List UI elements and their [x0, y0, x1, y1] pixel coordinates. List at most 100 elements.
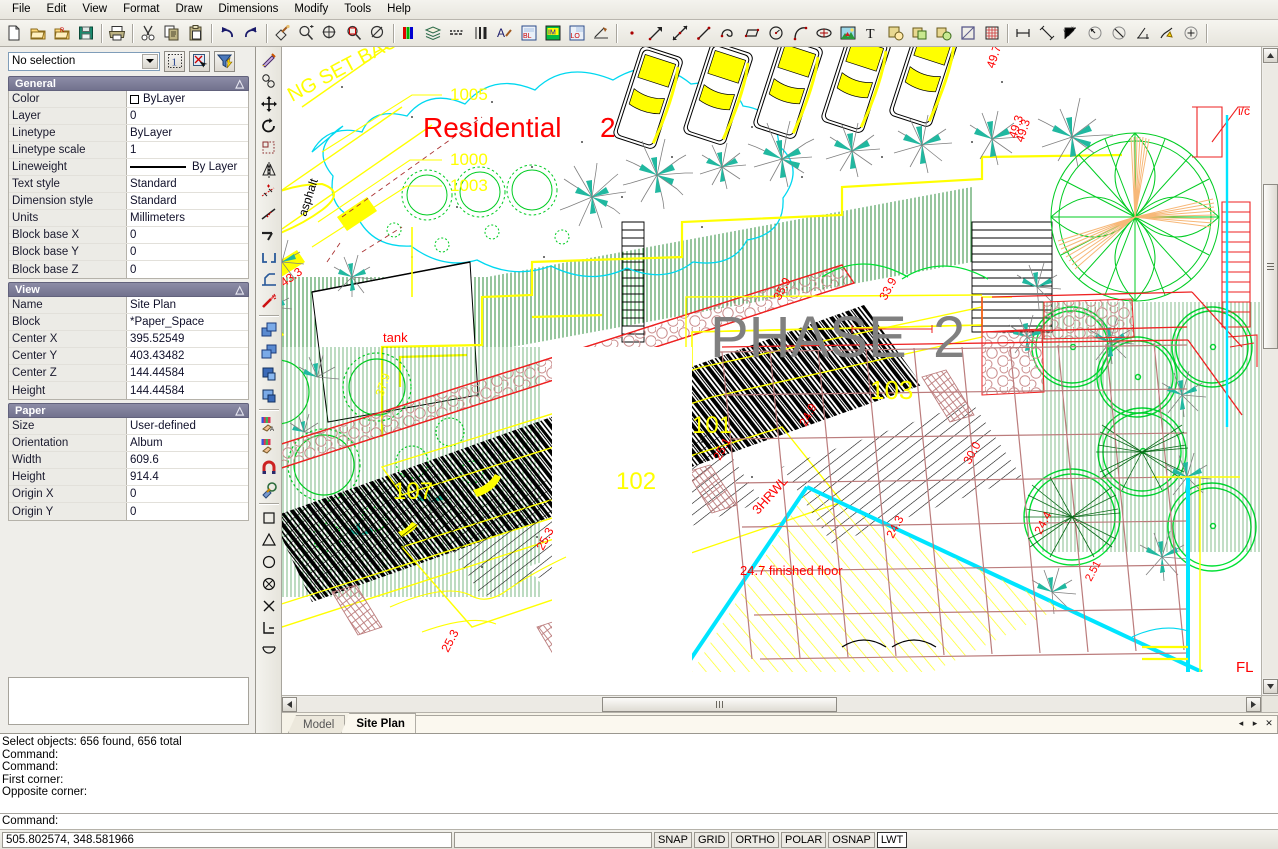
- property-value[interactable]: By Layer: [127, 159, 248, 175]
- draw-order-hatch-button[interactable]: [258, 435, 280, 457]
- group-header-view[interactable]: View △​: [8, 282, 249, 297]
- mirror-button[interactable]: [258, 159, 280, 181]
- undo-button[interactable]: [215, 22, 239, 45]
- corner-shape-button[interactable]: [258, 617, 280, 639]
- vertical-scroll-thumb[interactable]: [1263, 184, 1278, 349]
- property-row-block-base-z[interactable]: Block base Z 0: [9, 261, 248, 278]
- status-toggle-polar[interactable]: POLAR: [781, 832, 826, 848]
- scroll-up-button[interactable]: [1263, 48, 1278, 63]
- square-shape-button[interactable]: [258, 507, 280, 529]
- explode-button[interactable]: [258, 291, 280, 313]
- property-row-view-block[interactable]: Block *Paper_Space: [9, 314, 248, 331]
- cad-drawing-canvas[interactable]: 1005 1000 1003 Residential 2 PHASE 2 NG …: [282, 47, 1261, 695]
- property-value[interactable]: 0: [127, 486, 248, 502]
- collapse-chevron-icon[interactable]: △​: [236, 406, 244, 416]
- property-row-color[interactable]: Color ByLayer: [9, 91, 248, 108]
- circle-button[interactable]: [764, 22, 788, 45]
- property-row-center-z[interactable]: Center Z 144.44584: [9, 365, 248, 382]
- property-value[interactable]: 0: [127, 227, 248, 243]
- menu-item-modify[interactable]: Modify: [286, 1, 336, 18]
- aligned-dimension-button[interactable]: [1035, 22, 1059, 45]
- open-folder-button[interactable]: [26, 22, 50, 45]
- property-row-origin-y[interactable]: Origin Y 0: [9, 503, 248, 520]
- scroll-left-button[interactable]: [282, 697, 297, 712]
- horizontal-scroll-thumb[interactable]: [602, 697, 837, 712]
- chamfer-button[interactable]: [258, 269, 280, 291]
- paste-button[interactable]: [184, 22, 208, 45]
- tab-prev-icon[interactable]: ◂: [1235, 717, 1247, 730]
- pan-realtime-button[interactable]: [270, 22, 294, 45]
- property-value[interactable]: Site Plan: [127, 297, 248, 313]
- property-value[interactable]: 914.4: [127, 469, 248, 485]
- dimension-style-button[interactable]: [589, 22, 613, 45]
- text-style-button[interactable]: A: [493, 22, 517, 45]
- property-row-orientation[interactable]: Orientation Album: [9, 435, 248, 452]
- layout-manager-button[interactable]: LO: [565, 22, 589, 45]
- status-toggle-grid[interactable]: GRID: [694, 832, 730, 848]
- zoom-window-button[interactable]: [342, 22, 366, 45]
- color-palette-button[interactable]: [397, 22, 421, 45]
- property-row-layer[interactable]: Layer 0: [9, 108, 248, 125]
- menu-item-format[interactable]: Format: [115, 1, 167, 18]
- property-value[interactable]: 403.43482: [127, 348, 248, 364]
- property-value[interactable]: ByLayer: [127, 91, 248, 107]
- bring-to-front-button[interactable]: [258, 319, 280, 341]
- block-editor-button[interactable]: BL: [517, 22, 541, 45]
- ordinate-dimension-button[interactable]: XY: [1059, 22, 1083, 45]
- property-row-block-base-y[interactable]: Block base Y 0: [9, 244, 248, 261]
- line-button[interactable]: [692, 22, 716, 45]
- draw-order-text-button[interactable]: A: [258, 413, 280, 435]
- property-row-center-y[interactable]: Center Y 403.43482: [9, 348, 248, 365]
- group-header-paper[interactable]: Paper △​: [8, 403, 249, 418]
- tab-next-icon[interactable]: ▸: [1249, 717, 1261, 730]
- property-row-block-base-x[interactable]: Block base X 0: [9, 227, 248, 244]
- property-row-view-name[interactable]: Name Site Plan: [9, 297, 248, 314]
- menu-item-tools[interactable]: Tools: [336, 1, 379, 18]
- property-row-paper-size[interactable]: Size User-defined: [9, 418, 248, 435]
- property-row-linetype-scale[interactable]: Linetype scale 1: [9, 142, 248, 159]
- hatch-button[interactable]: [980, 22, 1004, 45]
- property-value[interactable]: 144.44584: [127, 365, 248, 381]
- send-to-back-button[interactable]: [258, 341, 280, 363]
- property-row-paper-width[interactable]: Width 609.6: [9, 452, 248, 469]
- property-value[interactable]: Standard: [127, 193, 248, 209]
- crossed-circle-button[interactable]: [258, 573, 280, 595]
- object-snap-magnet-button[interactable]: [258, 457, 280, 479]
- zoom-previous-button[interactable]: [366, 22, 390, 45]
- property-row-linetype[interactable]: Linetype ByLayer: [9, 125, 248, 142]
- image-manager-button[interactable]: IM: [541, 22, 565, 45]
- property-row-paper-height[interactable]: Height 914.4: [9, 469, 248, 486]
- property-row-center-x[interactable]: Center X 395.52549: [9, 331, 248, 348]
- save-button[interactable]: [74, 22, 98, 45]
- scroll-down-button[interactable]: [1263, 679, 1278, 694]
- tab-close-icon[interactable]: ✕: [1263, 717, 1275, 730]
- pick-color-button[interactable]: [258, 479, 280, 501]
- group-header-general[interactable]: General △​: [8, 76, 249, 91]
- collapse-chevron-icon[interactable]: △​: [236, 79, 244, 89]
- rotate-button[interactable]: [258, 115, 280, 137]
- new-file-button[interactable]: [2, 22, 26, 45]
- region-button[interactable]: [956, 22, 980, 45]
- angular-dimension-button[interactable]: [1131, 22, 1155, 45]
- move-button[interactable]: [258, 93, 280, 115]
- property-row-origin-x[interactable]: Origin X 0: [9, 486, 248, 503]
- diameter-dimension-button[interactable]: [1107, 22, 1131, 45]
- vertical-scroll-track[interactable]: [1263, 64, 1278, 678]
- menu-item-edit[interactable]: Edit: [39, 1, 75, 18]
- property-value[interactable]: Millimeters: [127, 210, 248, 226]
- break-button[interactable]: [258, 247, 280, 269]
- property-row-units[interactable]: Units Millimeters: [9, 210, 248, 227]
- send-below-object-button[interactable]: [258, 385, 280, 407]
- zoom-in-out-button[interactable]: [294, 22, 318, 45]
- insert-image-button[interactable]: [836, 22, 860, 45]
- canvas-horizontal-scrollbar[interactable]: [282, 695, 1278, 712]
- cross-shape-button[interactable]: [258, 595, 280, 617]
- command-window[interactable]: Select objects: 656 found, 656 total Com…: [0, 733, 1278, 829]
- bring-above-object-button[interactable]: [258, 363, 280, 385]
- stretch-button[interactable]: [258, 181, 280, 203]
- selection-combobox[interactable]: No selection: [8, 52, 160, 71]
- match-properties-button[interactable]: [258, 49, 280, 71]
- status-toggle-osnap[interactable]: OSNAP: [828, 832, 875, 848]
- property-row-text-style[interactable]: Text style Standard: [9, 176, 248, 193]
- polyline-button[interactable]: [716, 22, 740, 45]
